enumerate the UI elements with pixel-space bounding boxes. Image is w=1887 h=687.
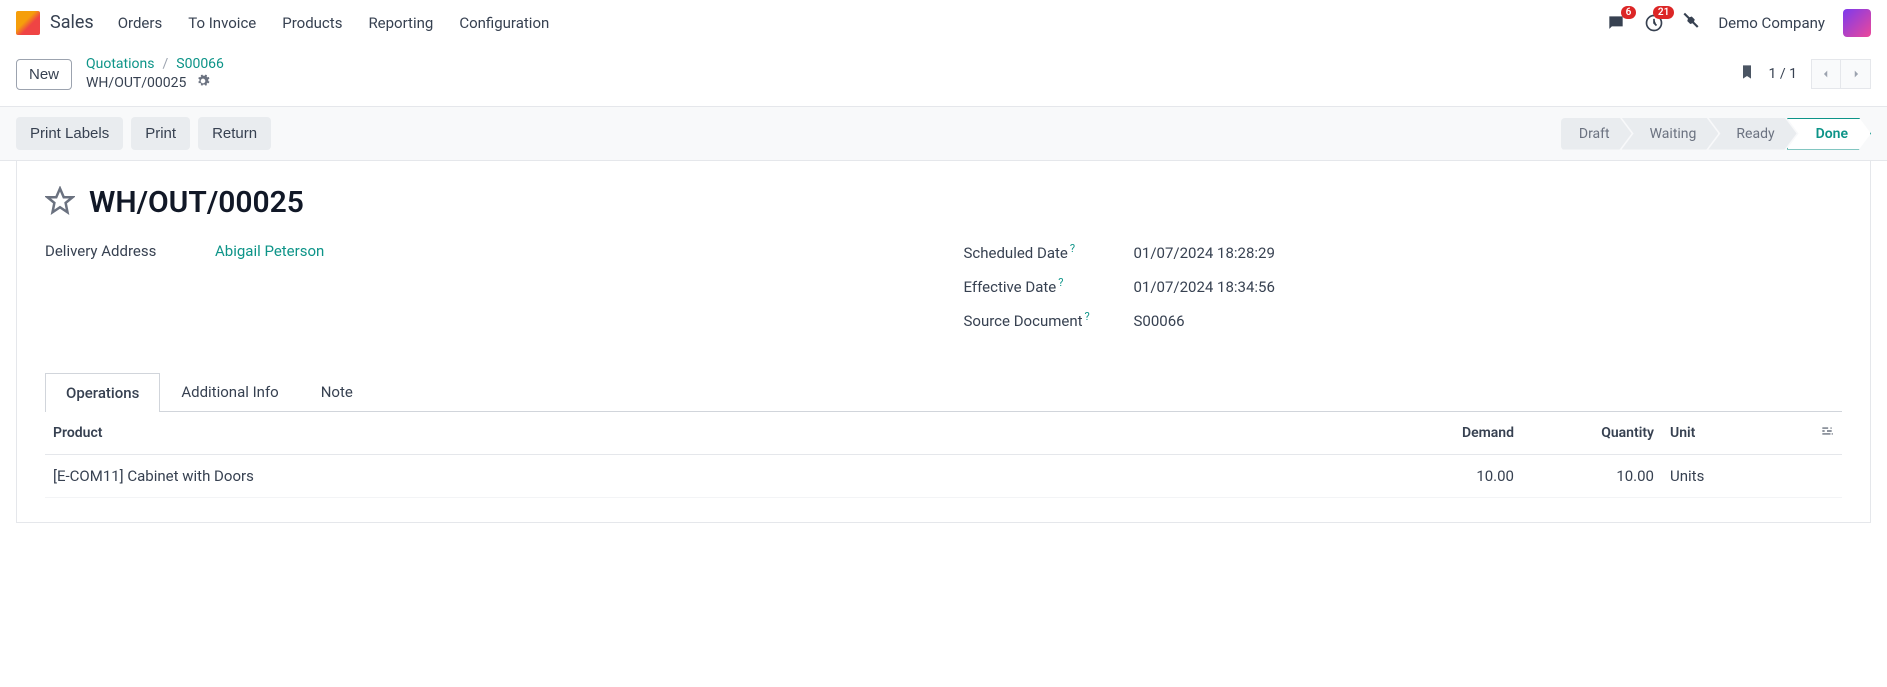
status-done[interactable]: Done <box>1787 118 1871 150</box>
delivery-address-value[interactable]: Abigail Peterson <box>215 242 324 260</box>
nav-item-to-invoice[interactable]: To Invoice <box>188 14 256 32</box>
star-icon[interactable] <box>45 186 75 220</box>
status-draft[interactable]: Draft <box>1561 118 1632 150</box>
app-title[interactable]: Sales <box>50 12 94 33</box>
record-title: WH/OUT/00025 <box>89 185 304 220</box>
breadcrumb-mid[interactable]: S00066 <box>176 56 224 72</box>
app-logo[interactable] <box>16 11 40 35</box>
right-fields: Scheduled Date? 01/07/2024 18:28:29 Effe… <box>964 242 1843 344</box>
breadcrumb: Quotations / S00066 WH/OUT/00025 <box>86 56 224 92</box>
tab-bar: Operations Additional Info Note <box>45 372 1842 412</box>
breadcrumb-current: WH/OUT/00025 <box>86 75 186 91</box>
header-right: 1 / 1 <box>1739 59 1871 89</box>
activities-icon[interactable]: 21 <box>1644 13 1664 33</box>
scheduled-date-value: 01/07/2024 18:28:29 <box>1134 244 1275 262</box>
cell-quantity: 10.00 <box>1522 455 1662 498</box>
nav-item-orders[interactable]: Orders <box>118 14 163 32</box>
help-icon[interactable]: ? <box>1070 242 1075 255</box>
top-nav: Sales Orders To Invoice Products Reporti… <box>0 0 1887 46</box>
col-product[interactable]: Product <box>45 412 1382 455</box>
tab-note[interactable]: Note <box>300 372 374 411</box>
nav-menu: Orders To Invoice Products Reporting Con… <box>118 14 550 32</box>
record-card: WH/OUT/00025 Delivery Address Abigail Pe… <box>16 161 1871 523</box>
activities-badge: 21 <box>1653 6 1674 19</box>
effective-date-label: Effective Date? <box>964 276 1114 296</box>
main: WH/OUT/00025 Delivery Address Abigail Pe… <box>0 161 1887 523</box>
pager-text: 1 / 1 <box>1769 66 1797 82</box>
status-ready[interactable]: Ready <box>1708 118 1796 150</box>
user-avatar[interactable] <box>1843 9 1871 37</box>
help-icon[interactable]: ? <box>1085 310 1090 323</box>
col-demand[interactable]: Demand <box>1382 412 1522 455</box>
breadcrumb-sep: / <box>162 56 168 72</box>
breadcrumb-root[interactable]: Quotations <box>86 56 154 72</box>
table-row[interactable]: [E-COM11] Cabinet with Doors 10.00 10.00… <box>45 455 1842 498</box>
help-icon[interactable]: ? <box>1058 276 1063 289</box>
sliders-icon[interactable] <box>1820 426 1834 442</box>
source-doc-value: S00066 <box>1134 312 1185 330</box>
messages-icon[interactable]: 6 <box>1606 13 1626 33</box>
tab-operations[interactable]: Operations <box>45 373 160 412</box>
source-doc-label: Source Document? <box>964 310 1114 330</box>
pager-next[interactable] <box>1841 59 1871 89</box>
nav-item-configuration[interactable]: Configuration <box>459 14 549 32</box>
return-button[interactable]: Return <box>198 117 271 150</box>
delivery-address-label: Delivery Address <box>45 242 195 260</box>
tools-icon[interactable] <box>1682 12 1700 34</box>
scheduled-date-label: Scheduled Date? <box>964 242 1114 262</box>
col-unit[interactable]: Unit <box>1662 412 1802 455</box>
operations-table: Product Demand Quantity Unit [E-COM11] C… <box>45 412 1842 498</box>
cell-demand: 10.00 <box>1382 455 1522 498</box>
left-fields: Delivery Address Abigail Peterson <box>45 242 924 344</box>
new-button[interactable]: New <box>16 59 72 90</box>
nav-right: 6 21 Demo Company <box>1606 9 1871 37</box>
pager-prev[interactable] <box>1811 59 1841 89</box>
messages-badge: 6 <box>1621 6 1637 19</box>
cell-product: [E-COM11] Cabinet with Doors <box>45 455 1382 498</box>
print-button[interactable]: Print <box>131 117 190 150</box>
effective-date-value: 01/07/2024 18:34:56 <box>1134 278 1275 296</box>
print-labels-button[interactable]: Print Labels <box>16 117 123 150</box>
status-waiting[interactable]: Waiting <box>1622 118 1719 150</box>
nav-item-products[interactable]: Products <box>282 14 342 32</box>
bookmark-icon[interactable] <box>1739 63 1755 85</box>
header-row: New Quotations / S00066 WH/OUT/00025 1 /… <box>0 46 1887 107</box>
tab-additional-info[interactable]: Additional Info <box>160 372 299 411</box>
cell-unit: Units <box>1662 455 1802 498</box>
col-quantity[interactable]: Quantity <box>1522 412 1662 455</box>
gear-icon[interactable] <box>196 74 210 92</box>
action-row: Print Labels Print Return Draft Waiting … <box>0 107 1887 161</box>
nav-item-reporting[interactable]: Reporting <box>368 14 433 32</box>
company-name[interactable]: Demo Company <box>1718 14 1825 32</box>
status-bar: Draft Waiting Ready Done <box>1561 118 1871 150</box>
col-config[interactable] <box>1802 412 1842 455</box>
